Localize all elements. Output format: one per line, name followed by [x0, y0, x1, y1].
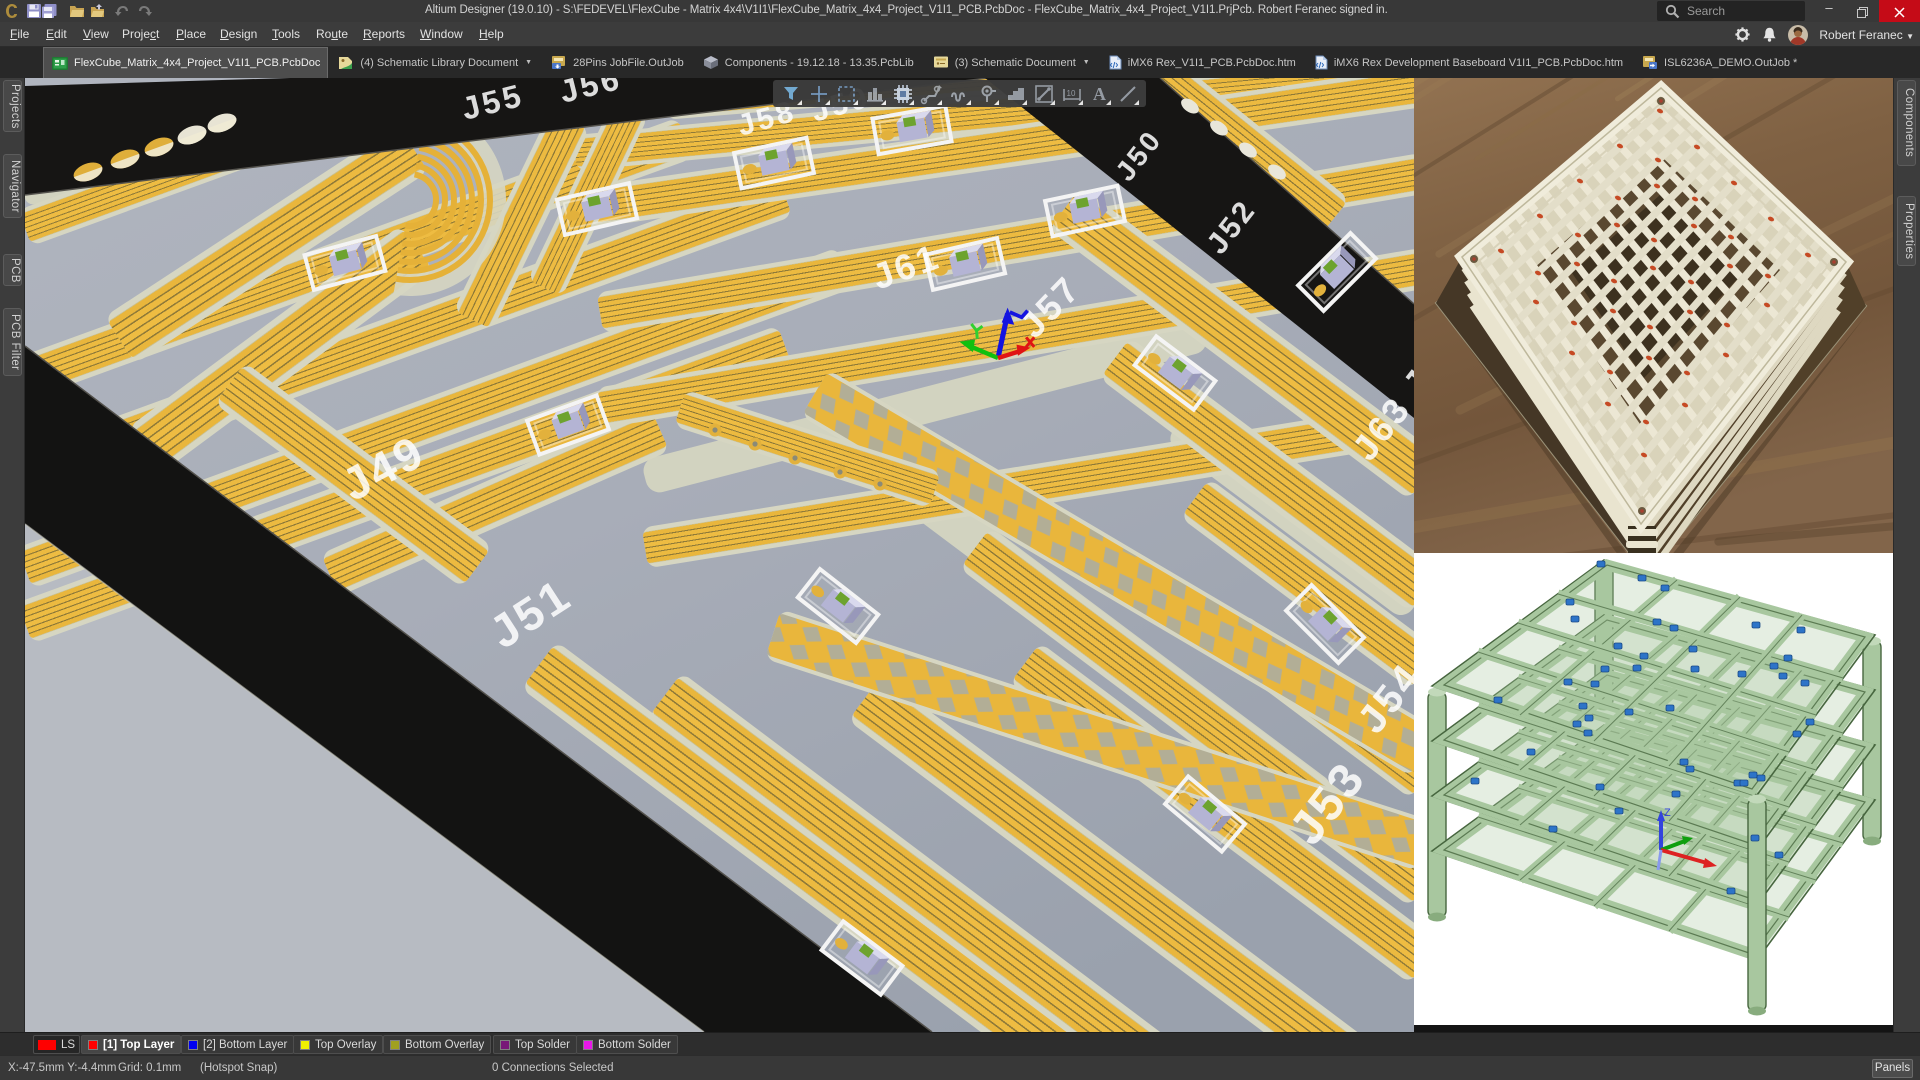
svg-text:10: 10: [1066, 89, 1075, 98]
svg-text:A: A: [1093, 84, 1106, 104]
svg-text:Z: Z: [1664, 807, 1671, 819]
